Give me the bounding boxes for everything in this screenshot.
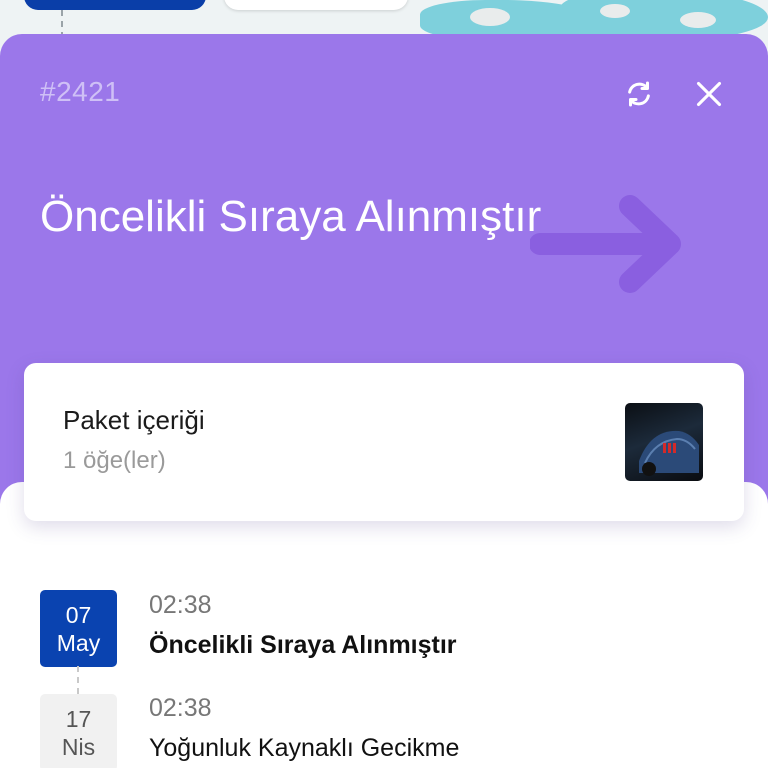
status-title: Öncelikli Sıraya Alınmıştır bbox=[40, 192, 542, 241]
timeline-month: May bbox=[56, 629, 101, 656]
order-detail-sheet: #2421 Öncelikli Sıraya Alınmıştır Paket … bbox=[0, 34, 768, 768]
timeline-time-2: 02:38 bbox=[149, 694, 212, 722]
map-primary-button[interactable] bbox=[24, 0, 206, 10]
refresh-button[interactable] bbox=[619, 74, 659, 114]
timeline-status-1: Öncelikli Sıraya Alınmıştır bbox=[149, 631, 457, 659]
timeline-date-2: 17 Nis bbox=[40, 694, 117, 768]
timeline-month: Nis bbox=[61, 733, 96, 760]
map-secondary-button[interactable] bbox=[224, 0, 408, 10]
timeline-day: 17 bbox=[65, 705, 92, 732]
timeline-date-1: 07 May bbox=[40, 590, 117, 667]
product-thumbnail[interactable] bbox=[625, 403, 703, 481]
order-id: #2421 bbox=[40, 76, 121, 107]
timeline-status-2: Yoğunluk Kaynaklı Gecikme bbox=[149, 734, 460, 762]
close-icon bbox=[696, 81, 722, 107]
package-item-count: 1 öğe(ler) bbox=[63, 447, 166, 474]
close-button[interactable] bbox=[689, 74, 729, 114]
product-image bbox=[639, 430, 699, 476]
package-title: Paket içeriği bbox=[63, 405, 205, 435]
timeline-connector bbox=[77, 666, 79, 694]
timeline-time-1: 02:38 bbox=[149, 591, 212, 619]
arrow-right-icon bbox=[530, 195, 681, 293]
refresh-icon bbox=[628, 81, 650, 107]
package-contents-card[interactable]: Paket içeriği 1 öğe(ler) bbox=[24, 363, 744, 521]
timeline-day: 07 bbox=[65, 601, 92, 628]
